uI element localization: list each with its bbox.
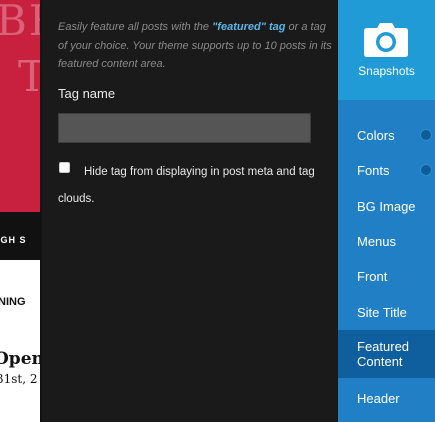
menu-item-header[interactable]: Header (338, 381, 435, 416)
menu-item-featured-content[interactable]: Featured Content (338, 330, 435, 378)
expand-dot-icon (421, 130, 431, 140)
snapshots-label: Snapshots (358, 64, 415, 78)
customizer-menu: Snapshots Colors Fonts BG Image Menus Fr… (338, 0, 435, 422)
menu-item-label: Colors (357, 128, 395, 143)
featured-tag-link: "featured" tag (212, 21, 286, 33)
expand-dot-icon (421, 165, 431, 175)
menu-item-bg-image[interactable]: BG Image (338, 189, 435, 224)
camera-icon (364, 23, 408, 57)
preview-hero-title: BRE (0, 0, 40, 45)
preview-post-title: Open (0, 349, 40, 369)
panel-edge-shadow (40, 0, 43, 422)
help-text: Easily feature all posts with the "featu… (58, 18, 334, 74)
menu-item-menus[interactable]: Menus (338, 224, 435, 259)
menu-item-label: Header (357, 391, 400, 406)
menu-item-label: Featured Content (357, 339, 409, 369)
featured-content-panel: Easily feature all posts with the "featu… (40, 0, 338, 422)
menu-item-site-title[interactable]: Site Title (338, 295, 435, 330)
menu-item-label: Fonts (357, 163, 390, 178)
menu-item-label-line1: Featured (357, 339, 410, 354)
preview-nav-text: IGH S (0, 235, 27, 245)
menu-item-fonts[interactable]: Fonts (338, 153, 435, 188)
snapshots-button[interactable]: Snapshots (338, 0, 435, 100)
preview-heading: NING (0, 296, 26, 308)
menu-item-front[interactable]: Front (338, 259, 435, 294)
tag-name-label: Tag name (58, 86, 116, 101)
preview-post-date: 31st, 2 (0, 372, 38, 386)
site-preview: BRE T IGH S NING Open 31st, 2 (0, 0, 40, 422)
tag-name-input[interactable] (58, 113, 311, 143)
menu-item-label: Front (357, 269, 388, 284)
menu-item-label: BG Image (357, 199, 416, 214)
menu-item-label-line2: Content (357, 354, 403, 369)
preview-hero: BRE T (0, 0, 40, 212)
menu-item-label: Site Title (357, 305, 407, 320)
preview-hero-title-line2: T (18, 52, 40, 101)
menu-item-label: Menus (357, 234, 397, 249)
preview-navbar: IGH S (0, 212, 40, 260)
help-text-prefix: Easily feature all posts with the (58, 21, 213, 33)
menu-item-colors[interactable]: Colors (338, 118, 435, 153)
hide-tag-checkbox-label[interactable]: Hide tag from displaying in post meta an… (58, 159, 320, 213)
